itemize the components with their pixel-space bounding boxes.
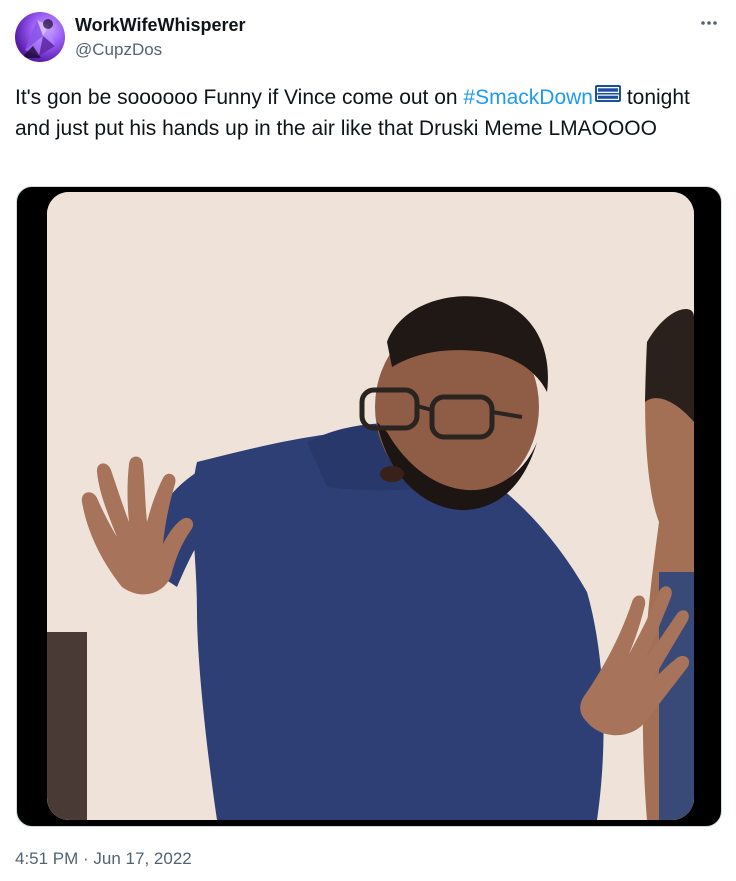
author-handle[interactable]: @CupzDos	[75, 39, 162, 61]
author-display-name[interactable]: WorkWifeWhisperer	[75, 14, 246, 36]
more-dots-icon	[701, 21, 717, 25]
more-button[interactable]	[698, 12, 720, 34]
hashtag-link[interactable]: #SmackDown	[463, 86, 593, 109]
tweet-media[interactable]	[16, 186, 722, 827]
meme-photo-image	[47, 192, 694, 820]
meme-photo[interactable]	[47, 192, 694, 820]
tweet[interactable]: WorkWifeWhisperer @CupzDos It's gon be s…	[0, 0, 736, 881]
avatar[interactable]	[15, 12, 65, 62]
tweet-text: It's gon be soooooo Funny if Vince come …	[15, 82, 705, 144]
purple-geometric-avatar-icon	[21, 19, 55, 58]
smackdown-logo-icon	[594, 85, 621, 102]
tweet-timestamp[interactable]: 4:51 PM · Jun 17, 2022	[15, 848, 192, 870]
tweet-text-before: It's gon be soooooo Funny if Vince come …	[15, 86, 464, 109]
